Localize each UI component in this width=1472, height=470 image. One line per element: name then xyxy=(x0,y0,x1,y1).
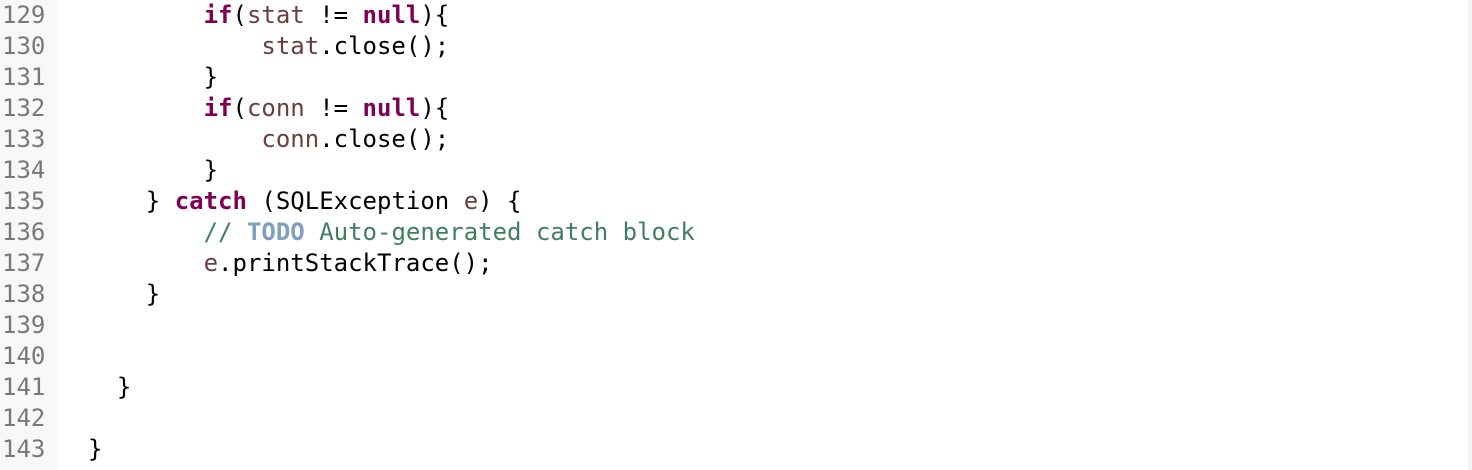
line-number: 143 xyxy=(2,435,46,463)
code-token: } xyxy=(88,187,175,215)
code-token: e xyxy=(203,249,219,277)
code-token: null xyxy=(362,1,421,29)
code-line[interactable]: 140 xyxy=(0,341,1468,372)
code-token: } xyxy=(88,156,219,184)
line-number: 132 xyxy=(2,94,46,122)
line-code: } xyxy=(88,434,102,465)
line-number: 134 xyxy=(2,156,46,184)
code-line[interactable]: 138 } xyxy=(0,279,1468,310)
code-line[interactable]: 134 } xyxy=(0,155,1468,186)
code-token: conn xyxy=(261,125,320,153)
code-token: catch xyxy=(174,187,247,215)
line-code: } xyxy=(88,155,218,186)
line-number: 138 xyxy=(2,280,46,308)
line-code: } catch (SQLException e) { xyxy=(88,186,522,217)
code-token: null xyxy=(362,94,421,122)
line-number: 140 xyxy=(2,342,46,370)
code-token: ){ xyxy=(420,1,450,29)
code-token: // xyxy=(203,218,247,246)
line-code: // TODO Auto-generated catch block xyxy=(88,217,695,248)
line-code: } xyxy=(88,372,131,403)
line-number: 135 xyxy=(2,187,46,215)
code-line[interactable]: 132 if(conn != null){ xyxy=(0,93,1468,124)
line-code: if(stat != null){ xyxy=(88,0,450,31)
code-line[interactable]: 141 } xyxy=(0,372,1468,403)
code-line[interactable]: 130 stat.close(); xyxy=(0,31,1468,62)
code-line[interactable]: 139 xyxy=(0,310,1468,341)
code-token: (SQLException xyxy=(246,187,464,215)
code-line[interactable]: 129 if(stat != null){ xyxy=(0,0,1468,31)
line-code: stat.close(); xyxy=(88,31,449,62)
code-token: .close(); xyxy=(319,125,450,153)
code-token: ) { xyxy=(478,187,522,215)
code-line[interactable]: 143} xyxy=(0,434,1468,465)
line-code: if(conn != null){ xyxy=(88,93,450,124)
code-line[interactable]: 131 } xyxy=(0,62,1468,93)
code-token: } xyxy=(88,373,132,401)
code-token: e xyxy=(463,187,479,215)
code-token: ( xyxy=(232,1,247,29)
code-line[interactable]: 136 // TODO Auto-generated catch block xyxy=(0,217,1468,248)
code-line[interactable]: 135 } catch (SQLException e) { xyxy=(0,186,1468,217)
line-number: 141 xyxy=(2,373,46,401)
line-number: 137 xyxy=(2,249,46,277)
line-code: e.printStackTrace(); xyxy=(88,248,493,279)
code-token: .close(); xyxy=(319,32,450,60)
code-token: != xyxy=(304,1,363,29)
code-token: conn xyxy=(246,94,305,122)
line-number: 130 xyxy=(2,32,46,60)
code-token: if xyxy=(203,94,233,122)
code-token: } xyxy=(88,63,219,91)
code-token: stat xyxy=(261,32,320,60)
code-token: } xyxy=(88,435,103,463)
code-token: ){ xyxy=(420,94,450,122)
line-code: } xyxy=(88,279,160,310)
code-line[interactable]: 142 xyxy=(0,403,1468,434)
code-token: TODO xyxy=(246,218,305,246)
line-number: 142 xyxy=(2,404,46,432)
code-token: } xyxy=(88,280,161,308)
editor-right-edge xyxy=(1468,0,1472,470)
line-number: 133 xyxy=(2,125,46,153)
code-token: ( xyxy=(232,94,247,122)
code-token: Auto-generated catch block xyxy=(304,218,695,246)
code-token: stat xyxy=(246,1,305,29)
code-line[interactable]: 137 e.printStackTrace(); xyxy=(0,248,1468,279)
code-editor[interactable]: 129 if(stat != null){130 stat.close(); 13… xyxy=(0,0,1472,470)
code-token: if xyxy=(203,1,233,29)
line-number: 139 xyxy=(2,311,46,339)
line-code: conn.close(); xyxy=(88,124,449,155)
line-code: } xyxy=(88,62,218,93)
code-line[interactable]: 133 conn.close(); xyxy=(0,124,1468,155)
line-number: 129 xyxy=(2,1,46,29)
code-token: .printStackTrace(); xyxy=(218,249,493,277)
line-number: 136 xyxy=(2,218,46,246)
code-token: != xyxy=(304,94,363,122)
line-number: 131 xyxy=(2,63,46,91)
